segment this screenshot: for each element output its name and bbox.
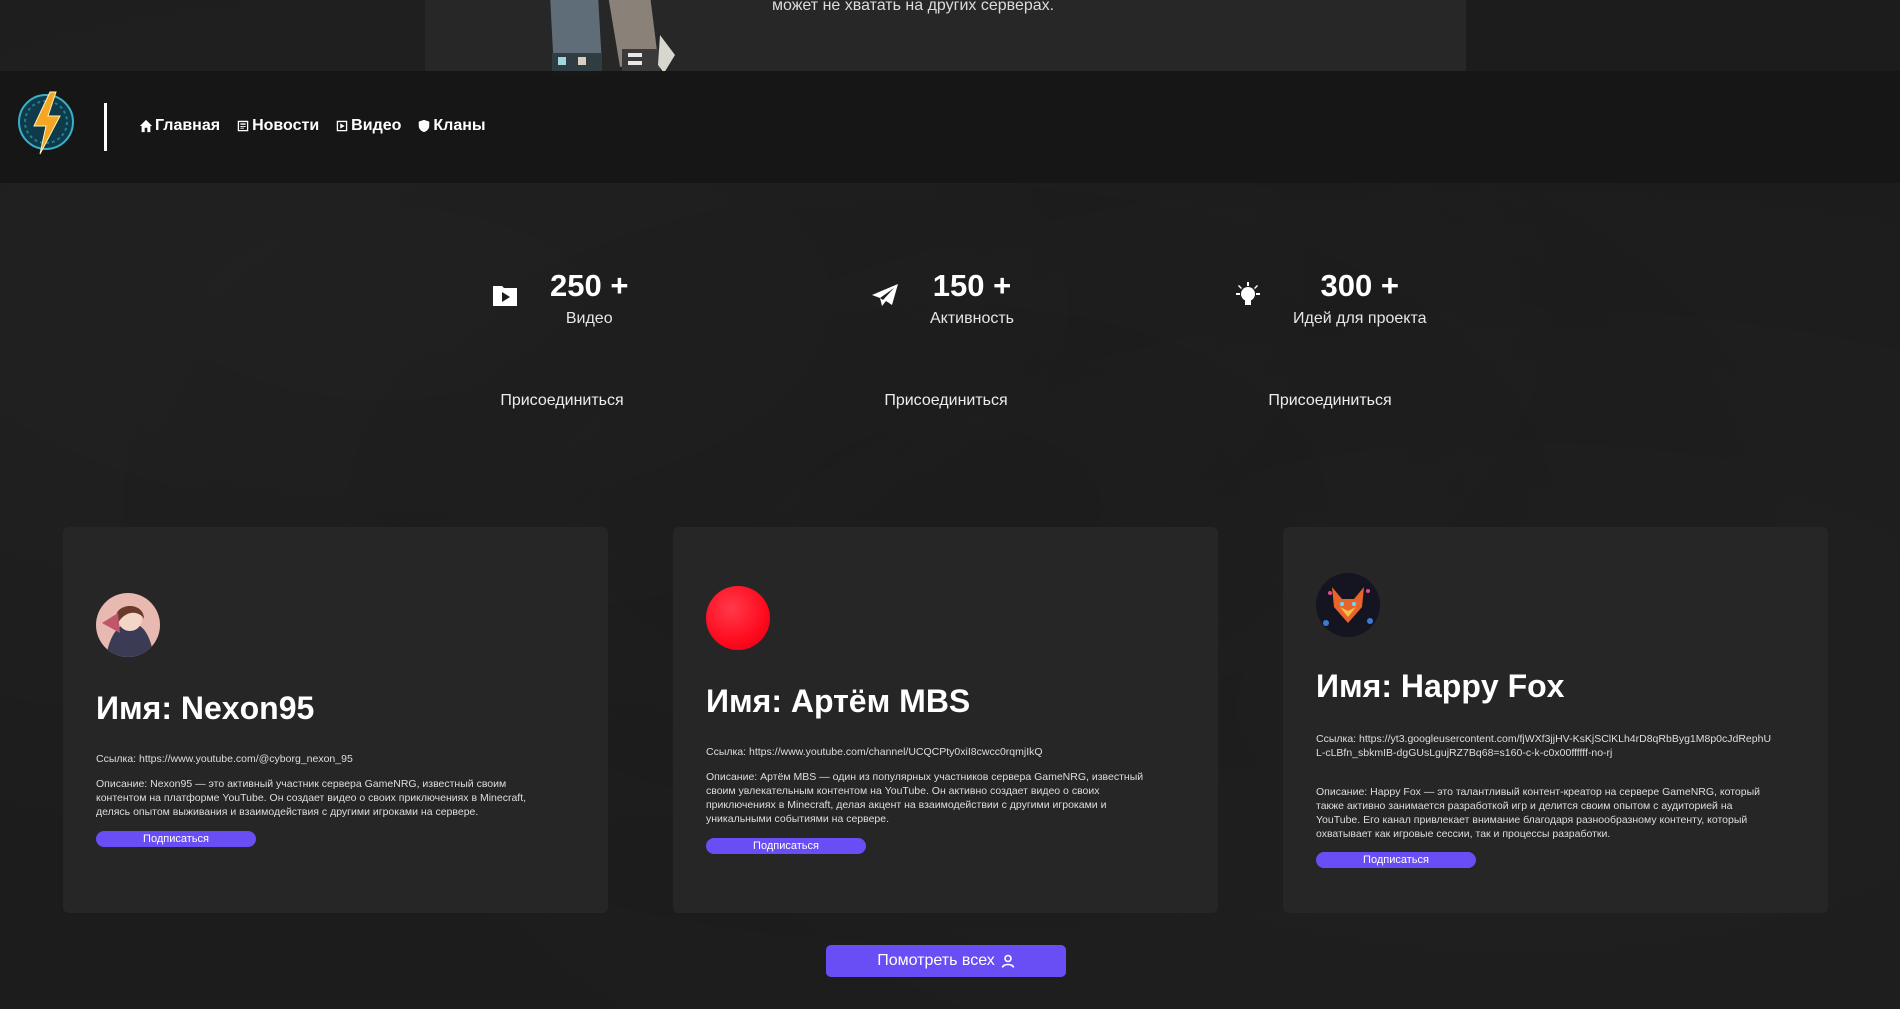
user-icon	[1001, 954, 1015, 968]
nav-label: Новости	[252, 117, 320, 134]
join-link[interactable]: Присоединиться	[472, 392, 652, 410]
nav-label: Главная	[155, 117, 221, 134]
play-icon	[490, 280, 520, 310]
subscribe-button[interactable]: Подписаться	[706, 838, 866, 854]
stat-activity: 150 + Активность	[870, 268, 1014, 328]
site-header: Главная Новости Видео Кланы	[0, 71, 1900, 183]
nav-item-clans[interactable]: Кланы	[417, 117, 486, 135]
logo-divider	[104, 103, 107, 151]
subscribe-button[interactable]: Подписаться	[96, 831, 256, 847]
subscribe-button[interactable]: Подписаться	[1316, 852, 1476, 868]
creator-name: Имя: Happy Fox	[1316, 668, 1565, 704]
join-link[interactable]: Присоединиться	[856, 392, 1036, 410]
creator-description: Описание: Happy Fox — это талантливый ко…	[1316, 786, 1760, 840]
creator-name: Имя: Nexon95	[96, 690, 315, 726]
creator-card: Имя: Артём MBS Ссылка: https://www.youtu…	[673, 527, 1218, 913]
creator-link[interactable]: Ссылка: https://www.youtube.com/channel/…	[706, 745, 1166, 759]
stat-value: 250 +	[550, 268, 629, 303]
news-icon	[237, 120, 249, 132]
main-nav: Главная Новости Видео Кланы	[139, 117, 486, 135]
creator-link[interactable]: Ссылка: https://yt3.googleusercontent.co…	[1316, 732, 1776, 760]
creator-card: Имя: Happy Fox Ссылка: https://yt3.googl…	[1283, 527, 1828, 913]
view-all-label: Помотреть всех	[877, 952, 995, 969]
creator-link[interactable]: Ссылка: https://www.youtube.com/@cyborg_…	[96, 752, 556, 766]
home-icon	[139, 119, 153, 133]
avatar[interactable]	[96, 593, 160, 657]
nav-item-home[interactable]: Главная	[139, 117, 220, 135]
stat-label: Идей для проекта	[1293, 310, 1427, 327]
creator-name: Имя: Артём MBS	[706, 683, 971, 719]
avatar[interactable]	[706, 586, 770, 650]
creator-description: Описание: Nexon95 — это активный участни…	[96, 778, 527, 818]
creator-card: Имя: Nexon95 Ссылка: https://www.youtube…	[63, 527, 608, 913]
nav-item-video[interactable]: Видео	[335, 117, 401, 135]
stat-value: 150 +	[932, 268, 1012, 303]
shield-icon	[419, 119, 430, 133]
stat-label: Активность	[930, 310, 1015, 327]
video-icon	[336, 120, 348, 132]
nav-label: Кланы	[433, 117, 486, 134]
lightning-logo-icon[interactable]	[16, 88, 76, 158]
join-link[interactable]: Присоединиться	[1240, 392, 1420, 410]
stat-label: Видео	[565, 310, 613, 327]
hero-text: может не хватать на других серверах.	[772, 0, 1055, 14]
nav-label: Видео	[351, 117, 402, 134]
stat-value: 300 +	[1320, 268, 1399, 303]
stat-ideas: 300 + Идей для проекта	[1233, 268, 1426, 328]
creator-description: Описание: Артём MBS — один из популярных…	[706, 771, 1144, 825]
view-all-button[interactable]: Помотреть всех	[826, 945, 1066, 977]
stat-videos: 250 + Видео	[490, 268, 628, 328]
lightbulb-icon	[1233, 280, 1263, 310]
telegram-icon	[870, 280, 900, 310]
avatar[interactable]	[1316, 573, 1380, 637]
nav-item-news[interactable]: Новости	[236, 117, 319, 135]
